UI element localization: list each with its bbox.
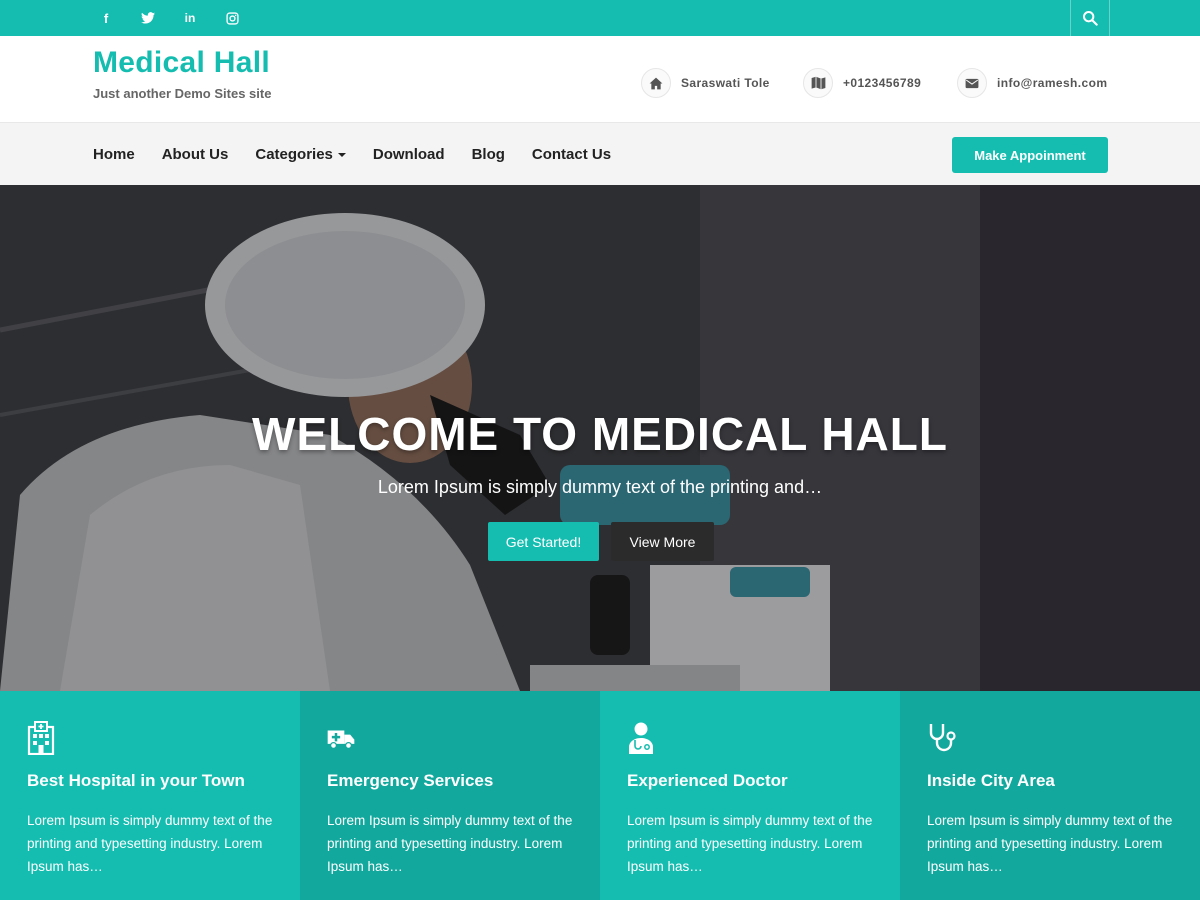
feature-text: Lorem Ipsum is simply dummy text of the … xyxy=(627,813,873,874)
feature-card: Emergency Services Lorem Ipsum is simply… xyxy=(300,691,600,900)
hero-section: WELCOME TO MEDICAL HALL Lorem Ipsum is s… xyxy=(0,185,1200,691)
contact-address-text: Saraswati Tole xyxy=(681,76,770,90)
feature-title: Experienced Doctor xyxy=(627,771,788,790)
envelope-icon xyxy=(957,68,987,98)
home-icon xyxy=(641,68,671,98)
feature-title: Inside City Area xyxy=(927,771,1055,790)
contact-address: Saraswati Tole xyxy=(641,68,770,98)
contact-phone: +0123456789 xyxy=(803,68,921,98)
hero-title: WELCOME TO MEDICAL HALL xyxy=(252,408,948,460)
feature-title: Best Hospital in your Town xyxy=(27,771,245,790)
main-nav: Home About Us Categories Download Blog C… xyxy=(0,122,1200,185)
caret-down-icon xyxy=(337,152,346,157)
twitter-link[interactable] xyxy=(138,0,158,36)
facebook-link[interactable]: f xyxy=(96,0,116,36)
top-bar: f in xyxy=(0,0,1200,36)
search-button[interactable] xyxy=(1070,0,1110,36)
nav-item-contact-us[interactable]: Contact Us xyxy=(532,146,611,163)
feature-text: Lorem Ipsum is simply dummy text of the … xyxy=(27,813,273,874)
view-more-button[interactable]: View More xyxy=(611,522,714,561)
nav-menu: Home About Us Categories Download Blog C… xyxy=(93,123,638,186)
feature-text: Lorem Ipsum is simply dummy text of the … xyxy=(927,813,1173,874)
contact-phone-text: +0123456789 xyxy=(843,76,922,90)
nav-item-about-us[interactable]: About Us xyxy=(162,146,229,163)
search-icon xyxy=(1083,10,1098,26)
twitter-icon xyxy=(141,12,155,24)
hospital-icon xyxy=(27,721,55,756)
linkedin-icon: in xyxy=(184,11,196,25)
feature-card: Experienced Doctor Lorem Ipsum is simply… xyxy=(600,691,900,900)
doctor-icon xyxy=(629,722,653,754)
get-started-button[interactable]: Get Started! xyxy=(488,522,599,561)
site-tagline: Just another Demo Sites site xyxy=(93,86,272,101)
nav-item-download[interactable]: Download xyxy=(373,146,445,163)
instagram-icon xyxy=(225,11,239,25)
social-links: f in xyxy=(96,0,264,36)
nav-item-categories-label: Categories xyxy=(255,146,333,163)
hero-subtitle: Lorem Ipsum is simply dummy text of the … xyxy=(377,477,823,497)
stethoscope-icon xyxy=(929,724,956,752)
contact-email: info@ramesh.com xyxy=(957,68,1107,98)
feature-card: Best Hospital in your Town Lorem Ipsum i… xyxy=(0,691,300,900)
contact-email-text: info@ramesh.com xyxy=(997,76,1108,90)
feature-title: Emergency Services xyxy=(327,771,494,790)
feature-text: Lorem Ipsum is simply dummy text of the … xyxy=(327,813,573,874)
facebook-icon: f xyxy=(103,10,109,26)
map-icon xyxy=(803,68,833,98)
nav-item-home[interactable]: Home xyxy=(93,146,135,163)
linkedin-link[interactable]: in xyxy=(180,0,200,36)
nav-item-blog[interactable]: Blog xyxy=(472,146,505,163)
ambulance-icon xyxy=(327,730,355,750)
site-header: Medical Hall Just another Demo Sites sit… xyxy=(0,36,1200,122)
features-section: Best Hospital in your Town Lorem Ipsum i… xyxy=(0,691,1200,900)
nav-item-categories[interactable]: Categories xyxy=(255,146,346,163)
feature-card: Inside City Area Lorem Ipsum is simply d… xyxy=(900,691,1200,900)
make-appointment-button[interactable]: Make Appoinment xyxy=(952,137,1108,173)
site-title[interactable]: Medical Hall xyxy=(93,46,270,80)
instagram-link[interactable] xyxy=(222,0,242,36)
